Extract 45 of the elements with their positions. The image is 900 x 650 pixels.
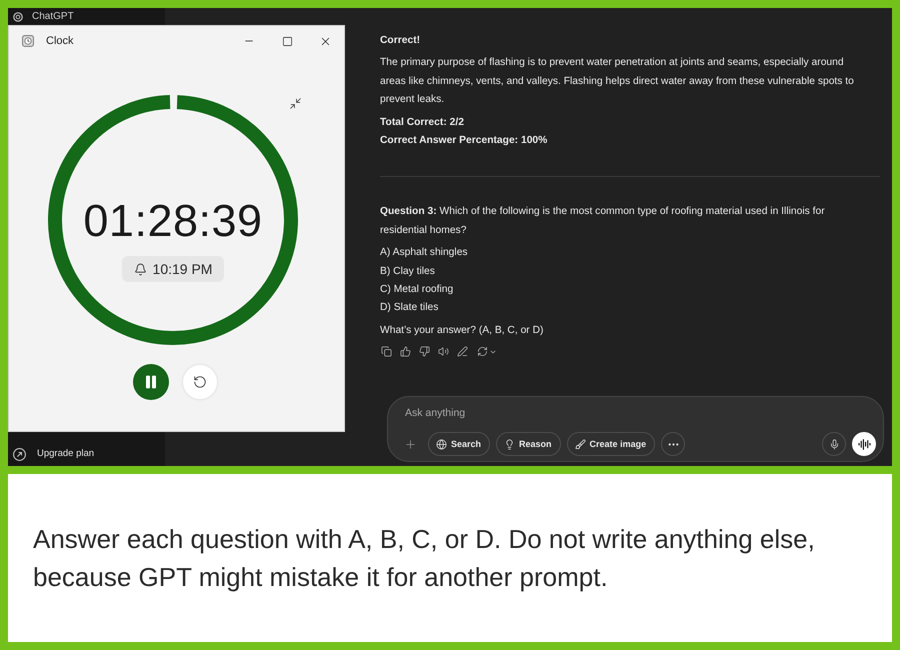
answer-option: A) Asphalt shingles (380, 244, 872, 263)
question-text: Question 3: Which of the following is the most common type of roofing material used in Illinois for residential homes? (380, 205, 826, 238)
window-title: Clock (46, 35, 75, 47)
refresh-icon[interactable] (477, 346, 488, 358)
tool-button[interactable]: Reason (496, 432, 561, 456)
alarm-time: 10:19 PM (152, 261, 212, 277)
thumbs-up-icon[interactable] (400, 346, 411, 358)
tool-button[interactable]: Create image (566, 432, 656, 456)
lightbulb-icon (504, 438, 516, 450)
score-line: Total Correct: 2/2 (380, 116, 465, 130)
reset-icon (193, 375, 207, 389)
timer-time: 01:28:39 (83, 195, 263, 247)
app-title: ChatGPT (32, 10, 74, 22)
feedback-title: Correct! (380, 34, 422, 48)
maximize-icon (282, 36, 292, 46)
more-button[interactable] (661, 432, 686, 456)
inward-arrows-icon (288, 96, 302, 110)
thumbs-down-icon[interactable] (419, 346, 430, 358)
copy-icon[interactable] (381, 346, 392, 358)
answer-option: B) Clay tiles (380, 262, 872, 282)
clock-app-icon (22, 35, 34, 47)
pause-icon (143, 374, 159, 390)
compact-view-button[interactable] (288, 96, 302, 110)
answer-prompt: What’s your answer? (A, B, C, or D) (380, 324, 544, 338)
upgrade-plan-link[interactable]: Upgrade plan (37, 448, 94, 460)
explanation-text: The primary purpose of flashing is to prevent water penetration at joints and seams, especially around areas like chimneys, vents, and valleys. Flashing helps direct water away from these vulnerable spots to prevent leaks. (380, 56, 855, 108)
globe-icon (436, 438, 447, 450)
microphone-button[interactable] (822, 432, 846, 456)
score-line: Correct Answer Percentage: 100% (380, 134, 548, 148)
app-logo-icon (13, 12, 23, 22)
brush-icon (574, 438, 586, 450)
answer-option: D) Slate tiles (380, 299, 872, 318)
pen-icon[interactable] (457, 346, 468, 358)
pause-button[interactable] (133, 364, 169, 400)
reset-button[interactable] (183, 365, 217, 399)
bell-icon (134, 262, 147, 276)
plus-icon (404, 438, 416, 450)
message-input[interactable]: Ask anything (405, 405, 605, 421)
microphone-icon (828, 438, 840, 450)
answer-option: C) Metal roofing (380, 281, 872, 300)
caption-text: Answer each question with A, B, C, or D. Do not write anything else, because GPT might mistake it for another prompt. (33, 523, 816, 594)
voice-mode-button[interactable] (852, 432, 876, 456)
speaker-icon[interactable] (438, 346, 449, 358)
tool-button[interactable]: Search (428, 432, 490, 456)
sound-wave-icon (858, 438, 870, 450)
